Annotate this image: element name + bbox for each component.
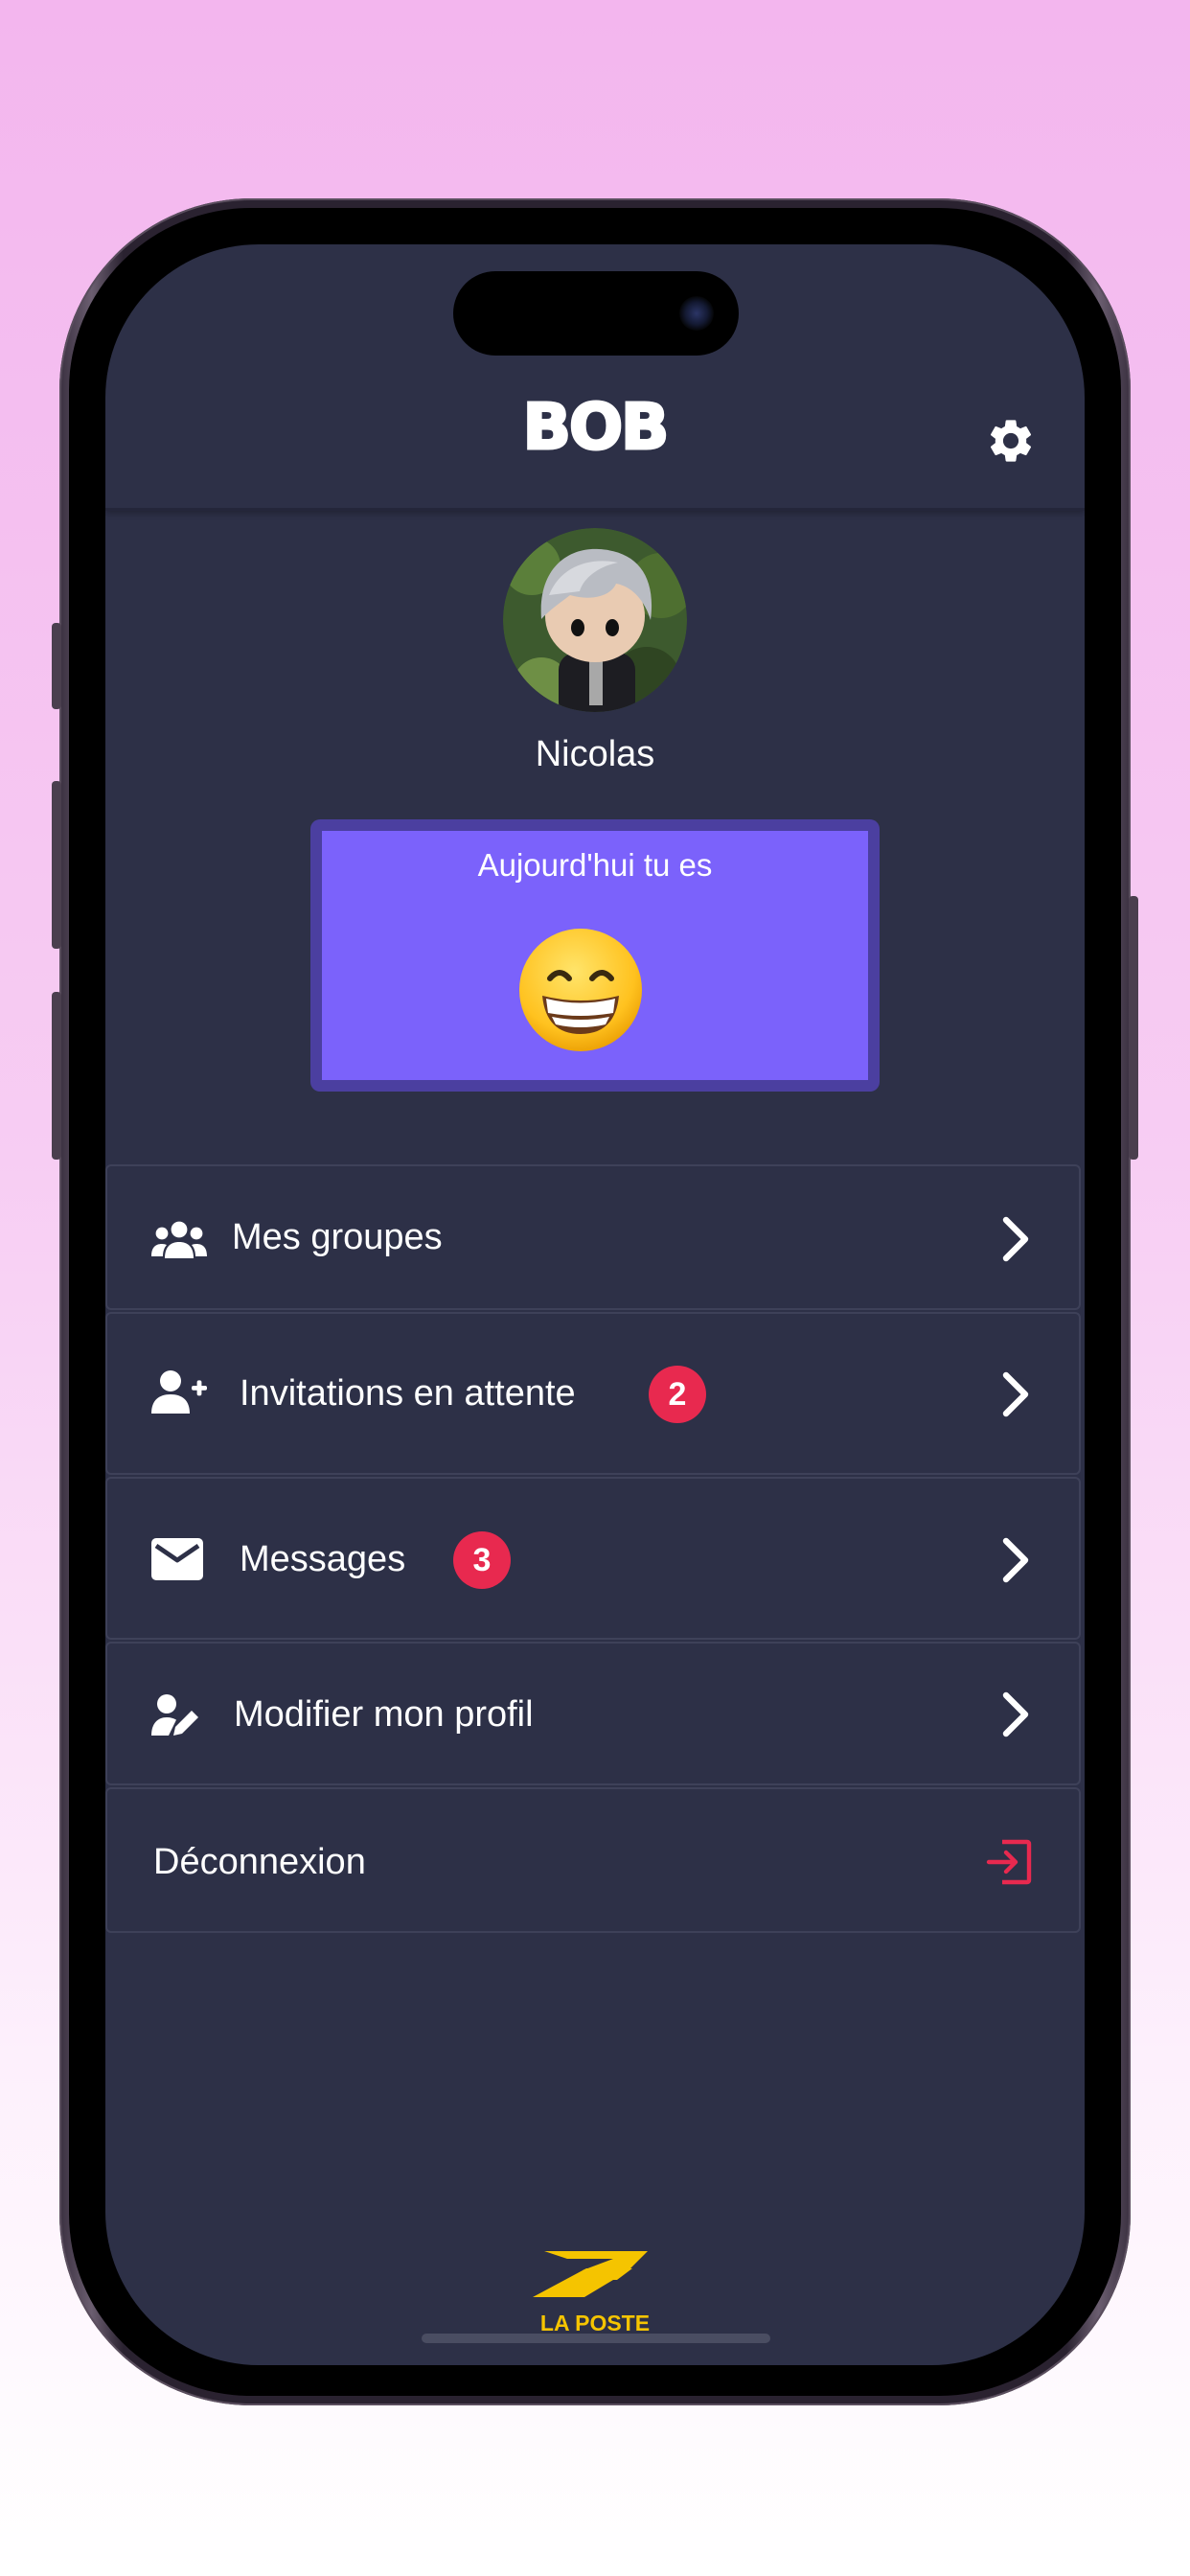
menu-item-label: Messages bbox=[240, 1539, 406, 1579]
mail-icon bbox=[151, 1538, 203, 1580]
menu-item-label: Invitations en attente bbox=[240, 1373, 576, 1414]
menu-item-groups[interactable]: Mes groupes bbox=[105, 1164, 1081, 1310]
menu-item-label: Mes groupes bbox=[232, 1217, 443, 1257]
home-indicator[interactable] bbox=[422, 2334, 770, 2343]
grinning-face-icon[interactable] bbox=[514, 923, 648, 1057]
menu-item-label: Modifier mon profil bbox=[234, 1694, 534, 1735]
la-poste-brand-text: LA POSTE bbox=[539, 2311, 651, 2335]
menu-item-messages[interactable]: Messages 3 bbox=[105, 1477, 1081, 1640]
app-screen: BOB Nicolas Aujourd'hui tu es Mes groupe… bbox=[105, 244, 1085, 2365]
notification-badge: 3 bbox=[453, 1531, 511, 1589]
username: Nicolas bbox=[535, 734, 655, 774]
group-icon bbox=[151, 1221, 207, 1258]
chevron-right-icon bbox=[1002, 1537, 1029, 1583]
gear-icon[interactable] bbox=[985, 415, 1037, 467]
volume-down-button bbox=[52, 992, 61, 1160]
chevron-right-icon bbox=[1002, 1216, 1029, 1262]
mood-card-inner: Aujourd'hui tu es bbox=[322, 831, 868, 1080]
app-logo: BOB bbox=[521, 390, 671, 464]
front-camera bbox=[679, 296, 714, 331]
chevron-right-icon bbox=[1002, 1371, 1029, 1417]
volume-up-button bbox=[52, 781, 61, 949]
menu-item-edit-profile[interactable]: Modifier mon profil bbox=[105, 1642, 1081, 1785]
power-button bbox=[1129, 896, 1138, 1160]
add-user-icon bbox=[151, 1370, 207, 1414]
mood-card: Aujourd'hui tu es bbox=[310, 819, 880, 1092]
logout-icon bbox=[986, 1839, 1032, 1885]
avatar[interactable] bbox=[503, 528, 687, 712]
dynamic-island bbox=[453, 271, 739, 356]
logout-label: Déconnexion bbox=[153, 1842, 366, 1882]
mood-title: Aujourd'hui tu es bbox=[477, 847, 713, 883]
notification-badge: 2 bbox=[649, 1366, 706, 1423]
logout-row[interactable]: Déconnexion bbox=[105, 1787, 1081, 1933]
menu-item-invitations[interactable]: Invitations en attente 2 bbox=[105, 1312, 1081, 1475]
edit-profile-icon bbox=[151, 1694, 198, 1736]
action-button bbox=[52, 623, 61, 709]
chevron-right-icon bbox=[1002, 1691, 1029, 1737]
